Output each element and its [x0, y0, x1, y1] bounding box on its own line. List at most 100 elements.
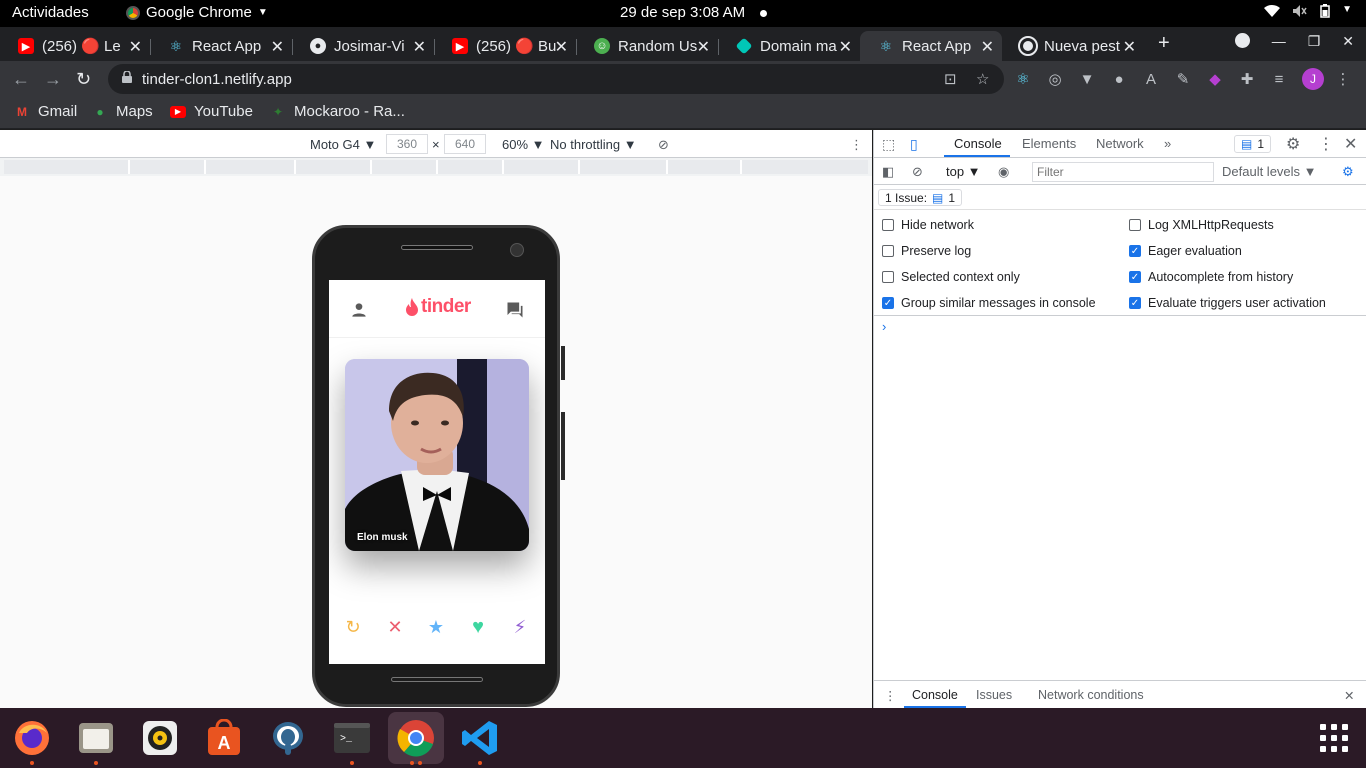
clear-console-icon[interactable]: ⊘	[912, 164, 923, 180]
more-options-icon[interactable]: ⋮	[1318, 134, 1334, 154]
vue-devtools-icon[interactable]: ▼	[1078, 70, 1096, 88]
setting-selected-context[interactable]: Selected context only	[882, 270, 1020, 284]
close-devtools-icon[interactable]: ✕	[1344, 134, 1357, 154]
checkbox[interactable]	[882, 271, 894, 283]
undo-icon[interactable]: ↻	[338, 612, 368, 642]
react-devtools-icon[interactable]: ⚛	[1014, 70, 1032, 88]
setting-hide-network[interactable]: Hide network	[882, 218, 974, 232]
drawer-tab-network-conditions[interactable]: Network conditions	[1038, 688, 1144, 702]
setting-eager-evaluation[interactable]: ✓ Eager evaluation	[1129, 244, 1242, 258]
more-tabs-icon[interactable]: »	[1164, 136, 1171, 151]
firefox-icon[interactable]	[12, 718, 52, 758]
vscode-icon[interactable]	[460, 718, 500, 758]
drawer-tab-issues[interactable]: Issues	[976, 688, 1012, 702]
eye-icon[interactable]: ◉	[998, 164, 1009, 180]
media-query-ruler[interactable]	[4, 160, 868, 174]
browser-tab[interactable]: ● Josimar-Vi ✕	[292, 31, 435, 61]
checkbox[interactable]: ✓	[1129, 245, 1141, 257]
extension-target-icon[interactable]: ◎	[1046, 70, 1064, 88]
close-drawer-icon[interactable]: ✕	[1344, 688, 1354, 703]
profile-card[interactable]: Elon musk	[345, 359, 529, 551]
close-tab-icon[interactable]: ✕	[839, 37, 852, 57]
star-icon[interactable]: ★	[421, 612, 451, 642]
log-levels-select[interactable]: Default levels ▼	[1222, 164, 1317, 179]
rotate-icon[interactable]: ⊘	[658, 137, 669, 153]
tab-search-icon[interactable]	[1234, 33, 1250, 48]
address-bar[interactable]: tinder-clon1.netlify.app ⊡ ☆	[108, 64, 1004, 94]
clock[interactable]: 29 de sep 3:08 AM	[620, 4, 745, 21]
more-options-icon[interactable]: ⋮	[850, 137, 863, 153]
forward-icon[interactable]: →	[44, 69, 62, 90]
more-menu-icon[interactable]: ⋮	[1334, 70, 1352, 88]
bookmark-youtube[interactable]: ▶ YouTube	[170, 103, 253, 120]
browser-tab[interactable]: ▶ (256) 🔴 Le ✕	[0, 31, 151, 61]
person-icon[interactable]	[349, 300, 369, 320]
browser-tab[interactable]: Domain ma ✕	[718, 31, 860, 61]
checkbox[interactable]	[882, 245, 894, 257]
bookmark-star-icon[interactable]: ☆	[976, 70, 989, 88]
checkbox[interactable]: ✓	[882, 297, 894, 309]
lightning-icon[interactable]: ⚡	[505, 612, 535, 642]
drawer-tab-console[interactable]: Console	[912, 688, 958, 702]
device-select[interactable]: Moto G4 ▼	[310, 137, 376, 152]
browser-tab-active[interactable]: ⚛ React App ✕	[860, 31, 1002, 61]
bookmark-mockaroo[interactable]: ✦ Mockaroo - Ra...	[270, 103, 405, 120]
close-icon[interactable]: ✕	[380, 612, 410, 642]
settings-gear-icon[interactable]: ⚙	[1286, 134, 1300, 154]
browser-tab[interactable]: ⚛ React App ✕	[150, 31, 293, 61]
setting-evaluate-triggers[interactable]: ✓ Evaluate triggers user activation	[1129, 296, 1326, 310]
back-icon[interactable]: ←	[12, 69, 30, 90]
setting-preserve-log[interactable]: Preserve log	[882, 244, 971, 258]
inspect-element-icon[interactable]: ⬚	[882, 136, 895, 153]
reload-icon[interactable]: ↻	[76, 69, 91, 90]
minimize-icon[interactable]: —	[1272, 33, 1286, 50]
close-tab-icon[interactable]: ✕	[1123, 37, 1136, 57]
gradient-extension-icon[interactable]: ◆	[1206, 70, 1224, 88]
maximize-icon[interactable]: ❐	[1308, 33, 1321, 50]
console-filter-input[interactable]	[1032, 162, 1214, 182]
terminal-icon[interactable]: >_	[332, 718, 372, 758]
device-height-input[interactable]: 640	[444, 134, 486, 154]
chat-icon[interactable]	[505, 300, 525, 320]
close-tab-icon[interactable]: ✕	[555, 37, 568, 57]
translate-icon[interactable]: ⊡	[944, 70, 957, 88]
close-window-icon[interactable]: ✕	[1342, 33, 1354, 50]
profile-avatar[interactable]: J	[1302, 68, 1324, 90]
device-width-input[interactable]: 360	[386, 134, 428, 154]
browser-tab[interactable]: Nueva pest ✕	[1002, 31, 1144, 61]
setting-log-xhr[interactable]: Log XMLHttpRequests	[1129, 218, 1274, 232]
issues-badge[interactable]: ▤ 1	[1234, 135, 1272, 153]
tab-elements[interactable]: Elements	[1022, 136, 1076, 151]
console-settings-icon[interactable]: ⚙	[1342, 164, 1354, 180]
extension-circle-icon[interactable]: ●	[1110, 70, 1128, 88]
files-icon[interactable]	[76, 718, 116, 758]
throttling-select[interactable]: No throttling ▼	[550, 137, 637, 152]
activities-button[interactable]: Actividades	[12, 4, 89, 21]
chrome-dock-icon[interactable]	[388, 712, 444, 764]
setting-group-messages[interactable]: ✓ Group similar messages in console	[882, 296, 1096, 310]
app-grid-icon[interactable]	[1320, 724, 1348, 752]
postgresql-icon[interactable]	[268, 718, 308, 758]
issues-button[interactable]: 1 Issue: ▤ 1	[878, 189, 963, 206]
software-center-icon[interactable]: A	[204, 718, 244, 758]
sidebar-toggle-icon[interactable]: ◧	[882, 164, 894, 180]
new-tab-button[interactable]: +	[1158, 32, 1170, 55]
eyedropper-icon[interactable]: ✎	[1174, 70, 1192, 88]
tab-network[interactable]: Network	[1096, 136, 1144, 151]
bookmark-maps[interactable]: ● Maps	[92, 103, 152, 120]
bookmark-gmail[interactable]: M Gmail	[14, 103, 77, 120]
checkbox[interactable]	[882, 219, 894, 231]
console-output[interactable]: ›	[874, 317, 1366, 679]
angular-icon[interactable]: A	[1142, 70, 1160, 88]
close-tab-icon[interactable]: ✕	[413, 37, 426, 57]
app-menu[interactable]: Google Chrome ▼	[126, 4, 268, 21]
checkbox[interactable]	[1129, 219, 1141, 231]
system-tray[interactable]: ▼	[1264, 4, 1352, 18]
device-toggle-icon[interactable]: ▯	[910, 136, 918, 153]
reading-list-icon[interactable]: ≡	[1270, 70, 1288, 88]
checkbox[interactable]: ✓	[1129, 271, 1141, 283]
browser-tab[interactable]: ☺ Random Us ✕	[576, 31, 719, 61]
drawer-menu-icon[interactable]: ⋮	[884, 688, 897, 703]
setting-autocomplete[interactable]: ✓ Autocomplete from history	[1129, 270, 1293, 284]
tab-console[interactable]: Console	[954, 136, 1002, 151]
